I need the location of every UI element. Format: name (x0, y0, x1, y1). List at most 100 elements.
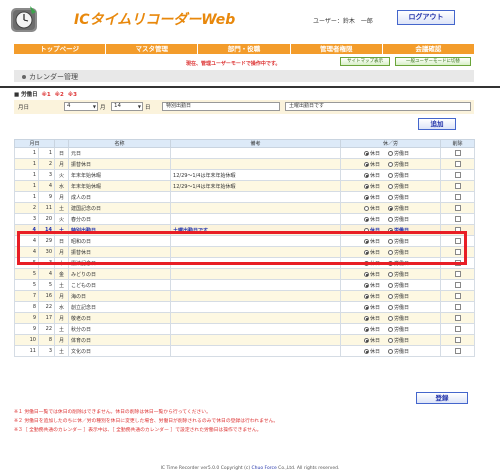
day-select[interactable]: 14 ▼ (111, 102, 143, 111)
workday-radio-label: 労働日 (394, 172, 410, 179)
holiday-radio[interactable] (364, 205, 369, 211)
delete-checkbox[interactable] (454, 204, 461, 211)
nav-item-top[interactable]: トップページ (14, 44, 107, 54)
cell-name: 建国記念の日 (68, 202, 172, 214)
cell-delete (440, 345, 476, 357)
delete-checkbox[interactable] (454, 314, 461, 321)
nav-item-master[interactable]: マスタ管理 (106, 44, 199, 54)
workday-radio-label: 労働日 (394, 282, 410, 289)
cell-name: みどりの日 (68, 268, 172, 280)
cell-weekday: 金 (54, 268, 70, 280)
workday-radio[interactable] (388, 304, 394, 310)
cell-delete (440, 147, 476, 159)
table-row: 11 3 土文化の日 休日 労働日 (14, 345, 476, 357)
workday-radio[interactable] (388, 183, 394, 189)
bullet-icon (22, 75, 26, 79)
cell-weekday: 月 (54, 191, 70, 203)
delete-checkbox[interactable] (454, 292, 461, 299)
workday-radio[interactable] (388, 194, 394, 200)
workday-radio[interactable] (388, 315, 394, 321)
table-row: 9 22 土秋分の日 休日 労働日 (14, 323, 476, 335)
holiday-radio[interactable] (364, 315, 369, 321)
workday-radio[interactable] (388, 337, 394, 343)
workday-radio-label: 労働日 (394, 161, 410, 168)
note-ref-2[interactable]: ※2 (55, 92, 64, 98)
holiday-radio[interactable] (364, 348, 369, 354)
holiday-radio[interactable] (364, 337, 369, 343)
cell-day: 20 (37, 213, 56, 225)
holiday-radio[interactable] (364, 271, 369, 277)
holiday-radio[interactable] (364, 326, 369, 332)
sitemap-button[interactable]: サイトマップ表示 (340, 57, 390, 66)
copyright-text: IC Time Recorder ver5.0.0 Copyright (c) (160, 466, 252, 471)
cell-delete (440, 301, 476, 313)
delete-checkbox[interactable] (454, 325, 461, 332)
cell-type: 休日 労働日 (340, 202, 442, 214)
cell-weekday: 土 (54, 345, 70, 357)
cell-note (170, 191, 342, 203)
month-select[interactable]: 4 ▼ (64, 102, 98, 111)
delete-checkbox[interactable] (454, 193, 461, 200)
delete-checkbox[interactable] (454, 270, 461, 277)
holiday-radio-label: 休日 (370, 293, 381, 300)
cell-month: 9 (14, 323, 39, 335)
delete-checkbox[interactable] (454, 336, 461, 343)
holiday-radio-label: 休日 (370, 161, 381, 168)
cell-month: 1 (14, 158, 39, 170)
table-row: 1 2 月振替休日 休日 労働日 (14, 158, 476, 170)
cell-note: 12/29〜1/4は年末年始休暇 (170, 180, 342, 192)
delete-checkbox[interactable] (454, 281, 461, 288)
workday-radio-label: 労働日 (394, 293, 410, 300)
highlight-frame (17, 231, 467, 265)
nav-item-admin[interactable]: 管理者権限 (291, 44, 383, 54)
workday-radio[interactable] (388, 326, 394, 332)
workday-radio[interactable] (388, 205, 394, 211)
cell-delete (440, 290, 476, 302)
add-button[interactable]: 追加 (418, 118, 456, 130)
delete-checkbox[interactable] (454, 347, 461, 354)
col-header-weekday (54, 139, 70, 148)
cell-type: 休日 労働日 (340, 323, 442, 335)
col-header-type: 休／労 (340, 139, 442, 148)
delete-checkbox[interactable] (454, 303, 461, 310)
holiday-radio[interactable] (364, 216, 369, 222)
workday-radio[interactable] (388, 161, 394, 167)
cell-weekday: 日 (54, 147, 70, 159)
delete-checkbox[interactable] (454, 171, 461, 178)
holiday-radio[interactable] (364, 194, 369, 200)
holiday-radio-label: 休日 (370, 150, 381, 157)
holiday-name-input[interactable]: 特別出勤日 (162, 102, 280, 111)
holiday-radio[interactable] (364, 293, 369, 299)
nav-item-department[interactable]: 部門・役職 (198, 44, 291, 54)
workday-radio[interactable] (388, 150, 394, 156)
workday-radio[interactable] (388, 271, 394, 277)
holiday-radio[interactable] (364, 183, 369, 189)
note-input[interactable]: 土曜出勤日です (285, 102, 471, 111)
holiday-radio[interactable] (364, 161, 369, 167)
note-ref-3[interactable]: ※3 (68, 92, 77, 98)
workday-radio[interactable] (388, 293, 394, 299)
note-ref-1[interactable]: ※1 (42, 92, 51, 98)
workday-radio[interactable] (388, 348, 394, 354)
delete-checkbox[interactable] (454, 215, 461, 222)
save-button[interactable]: 登録 (416, 392, 468, 404)
holiday-radio[interactable] (364, 172, 369, 178)
holiday-radio[interactable] (364, 304, 369, 310)
holiday-radio[interactable] (364, 282, 369, 288)
logout-button[interactable]: ログアウト (397, 10, 455, 25)
switch-user-mode-button[interactable]: 一般ユーザーモードに切替 (395, 57, 471, 66)
workday-radio[interactable] (388, 172, 394, 178)
cell-month: 2 (14, 202, 39, 214)
table-row: 5 4 金みどりの日 休日 労働日 (14, 268, 476, 280)
workday-radio-label: 労働日 (394, 205, 410, 212)
delete-checkbox[interactable] (454, 149, 461, 156)
nav-item-meeting[interactable]: 会議確認 (383, 44, 474, 54)
company-link[interactable]: Chuo Force (252, 466, 277, 471)
cell-day: 16 (37, 290, 56, 302)
holiday-radio[interactable] (364, 150, 369, 156)
workday-radio[interactable] (388, 216, 394, 222)
cell-name: 文化の日 (68, 345, 172, 357)
workday-radio[interactable] (388, 282, 394, 288)
delete-checkbox[interactable] (454, 160, 461, 167)
delete-checkbox[interactable] (454, 182, 461, 189)
